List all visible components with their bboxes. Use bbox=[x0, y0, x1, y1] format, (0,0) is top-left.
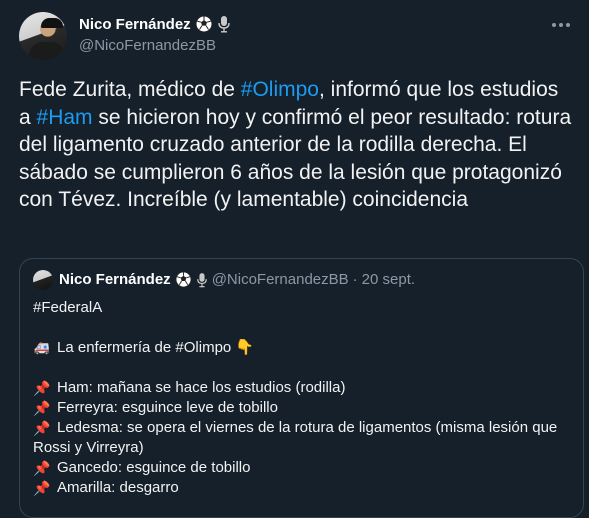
injury-list-item: 📌 Ferreyra: esguince leve de tobillo bbox=[33, 398, 573, 418]
injury-item-text: Ledesma: se opera el viernes de la rotur… bbox=[33, 419, 558, 457]
microphone-icon bbox=[196, 272, 207, 287]
quoted-heading: La enfermería de #Olimpo bbox=[57, 339, 232, 356]
ambulance-icon: 🚑 bbox=[33, 340, 51, 356]
tweet-text: Fede Zurita, médico de #Olimpo, informó … bbox=[19, 76, 574, 214]
quoted-author-handle: @NicoFernandezBB bbox=[211, 271, 349, 288]
author-display-name[interactable]: Nico Fernández bbox=[79, 16, 191, 33]
injury-list-item: 📌 Amarilla: desgarro bbox=[33, 478, 573, 498]
pushpin-icon: 📌 bbox=[33, 400, 51, 417]
quoted-author-avatar bbox=[33, 270, 53, 290]
injury-list-item: 📌 Ham: mañana se hace los estudios (rodil… bbox=[33, 378, 573, 398]
pushpin-icon: 📌 bbox=[33, 460, 51, 477]
microphone-icon bbox=[217, 16, 230, 33]
quoted-tweet[interactable]: Nico Fernández @NicoFernandezBB · 20 sep… bbox=[19, 258, 584, 518]
injury-item-text: Gancedo: esguince de tobillo bbox=[57, 459, 251, 477]
injury-list-item: 📌 Gancedo: esguince de tobillo bbox=[33, 458, 573, 478]
quoted-hashtag-line: #FederalA bbox=[33, 298, 573, 318]
hashtag-link-olimpo[interactable]: #Olimpo bbox=[241, 78, 319, 101]
more-options-icon[interactable] bbox=[551, 22, 571, 28]
pushpin-icon: 📌 bbox=[33, 380, 51, 397]
avatar-cap bbox=[41, 18, 63, 28]
pushpin-icon: 📌 bbox=[33, 480, 51, 497]
quoted-tweet-date: 20 sept. bbox=[361, 271, 416, 288]
separator-dot: · bbox=[352, 271, 358, 288]
tweet-text-segment: Fede Zurita, médico de bbox=[19, 78, 241, 101]
soccer-ball-icon bbox=[195, 15, 213, 33]
soccer-ball-icon bbox=[175, 271, 192, 288]
author-name-row: Nico Fernández bbox=[79, 15, 231, 33]
pointing-down-icon: 👇 bbox=[235, 339, 254, 357]
hashtag-link-ham[interactable]: #Ham bbox=[37, 106, 93, 129]
tweet-text-segment: se hicieron hoy y confirmó el peor resul… bbox=[19, 105, 572, 212]
author-handle[interactable]: @NicoFernandezBB bbox=[79, 37, 216, 54]
injury-item-text: Amarilla: desgarro bbox=[57, 479, 179, 497]
quoted-heading-line: 🚑 La enfermería de #Olimpo 👇 bbox=[33, 338, 573, 358]
author-avatar[interactable] bbox=[19, 12, 67, 60]
pushpin-icon: 📌 bbox=[33, 420, 51, 437]
injury-item-text: Ham: mañana se hace los estudios (rodill… bbox=[57, 379, 346, 397]
avatar-body bbox=[29, 42, 65, 60]
quoted-tweet-header: Nico Fernández @NicoFernandezBB · 20 sep… bbox=[59, 271, 415, 288]
injury-item-text: Ferreyra: esguince leve de tobillo bbox=[57, 399, 278, 417]
quoted-hashtag: #FederalA bbox=[33, 299, 103, 316]
quoted-tweet-body: #FederalA 🚑 La enfermería de #Olimpo 👇 📌 Ha… bbox=[33, 298, 573, 498]
quoted-author-name: Nico Fernández bbox=[59, 271, 171, 288]
injury-list-item: 📌 Ledesma: se opera el viernes de la rotu… bbox=[33, 418, 573, 458]
